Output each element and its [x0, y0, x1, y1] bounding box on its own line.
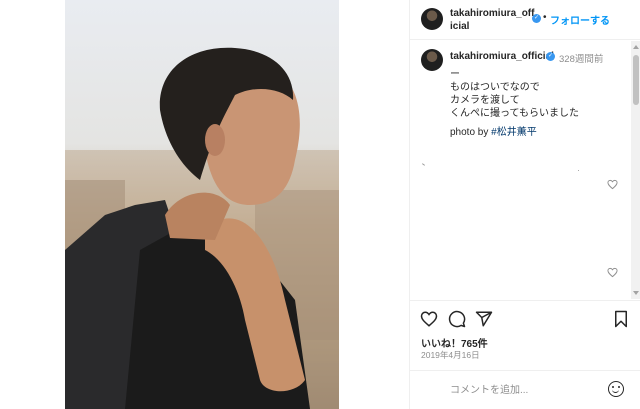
- credit-prefix: photo by: [450, 127, 489, 138]
- emoji-icon[interactable]: [608, 381, 624, 397]
- comments-scrollbar[interactable]: [631, 41, 640, 299]
- gap: [339, 0, 409, 409]
- post-header: takahiromiura_official ✓ • フォローする: [410, 0, 640, 40]
- caption-timestamp[interactable]: 328週間前: [559, 51, 603, 65]
- heart-icon[interactable]: [420, 310, 438, 328]
- loading-mark: [421, 163, 426, 166]
- comment-like-heart-icon[interactable]: [607, 179, 618, 190]
- separator-dot: •: [543, 12, 547, 23]
- follow-button[interactable]: フォローする: [550, 12, 610, 27]
- add-comment-bar: [410, 370, 640, 409]
- post-side-panel: takahiromiura_official ✓ • フォローする takahi…: [409, 0, 640, 409]
- username-link[interactable]: takahiromiura_official: [450, 7, 536, 33]
- scroll-down-arrow-icon[interactable]: [633, 291, 639, 295]
- share-icon[interactable]: [475, 310, 493, 328]
- avatar[interactable]: [421, 49, 443, 71]
- comment-icon[interactable]: [448, 310, 466, 328]
- like-count[interactable]: いいね！765件: [421, 335, 488, 350]
- verified-badge-icon: ✓: [546, 52, 555, 61]
- scrollbar-thumb[interactable]: [633, 55, 639, 105]
- left-margin: [0, 0, 65, 409]
- post-date[interactable]: 2019年4月16日: [421, 349, 480, 361]
- avatar[interactable]: [421, 8, 443, 30]
- verified-badge-icon: ✓: [532, 14, 541, 23]
- post-actions: いいね！765件 2019年4月16日: [410, 300, 640, 370]
- comment-like-heart-icon[interactable]: [607, 267, 618, 278]
- caption-username-link[interactable]: takahiromiura_official: [450, 51, 554, 62]
- comments-area[interactable]: takahiromiura_official ✓ 328週間前 ー ものはついで…: [410, 41, 629, 299]
- bookmark-icon[interactable]: [613, 310, 629, 328]
- photo-illustration: [65, 47, 339, 409]
- caption-text: ー ものはついでなので カメラを渡して くんぺに撮ってもらいました: [450, 69, 579, 119]
- photo-credit: photo by #松井薫平: [450, 123, 537, 138]
- hashtag-link[interactable]: #松井薫平: [491, 127, 537, 138]
- scroll-up-arrow-icon[interactable]: [633, 45, 639, 49]
- comment-input[interactable]: [450, 379, 600, 401]
- loading-mark: [578, 170, 579, 171]
- post-photo[interactable]: [65, 0, 339, 409]
